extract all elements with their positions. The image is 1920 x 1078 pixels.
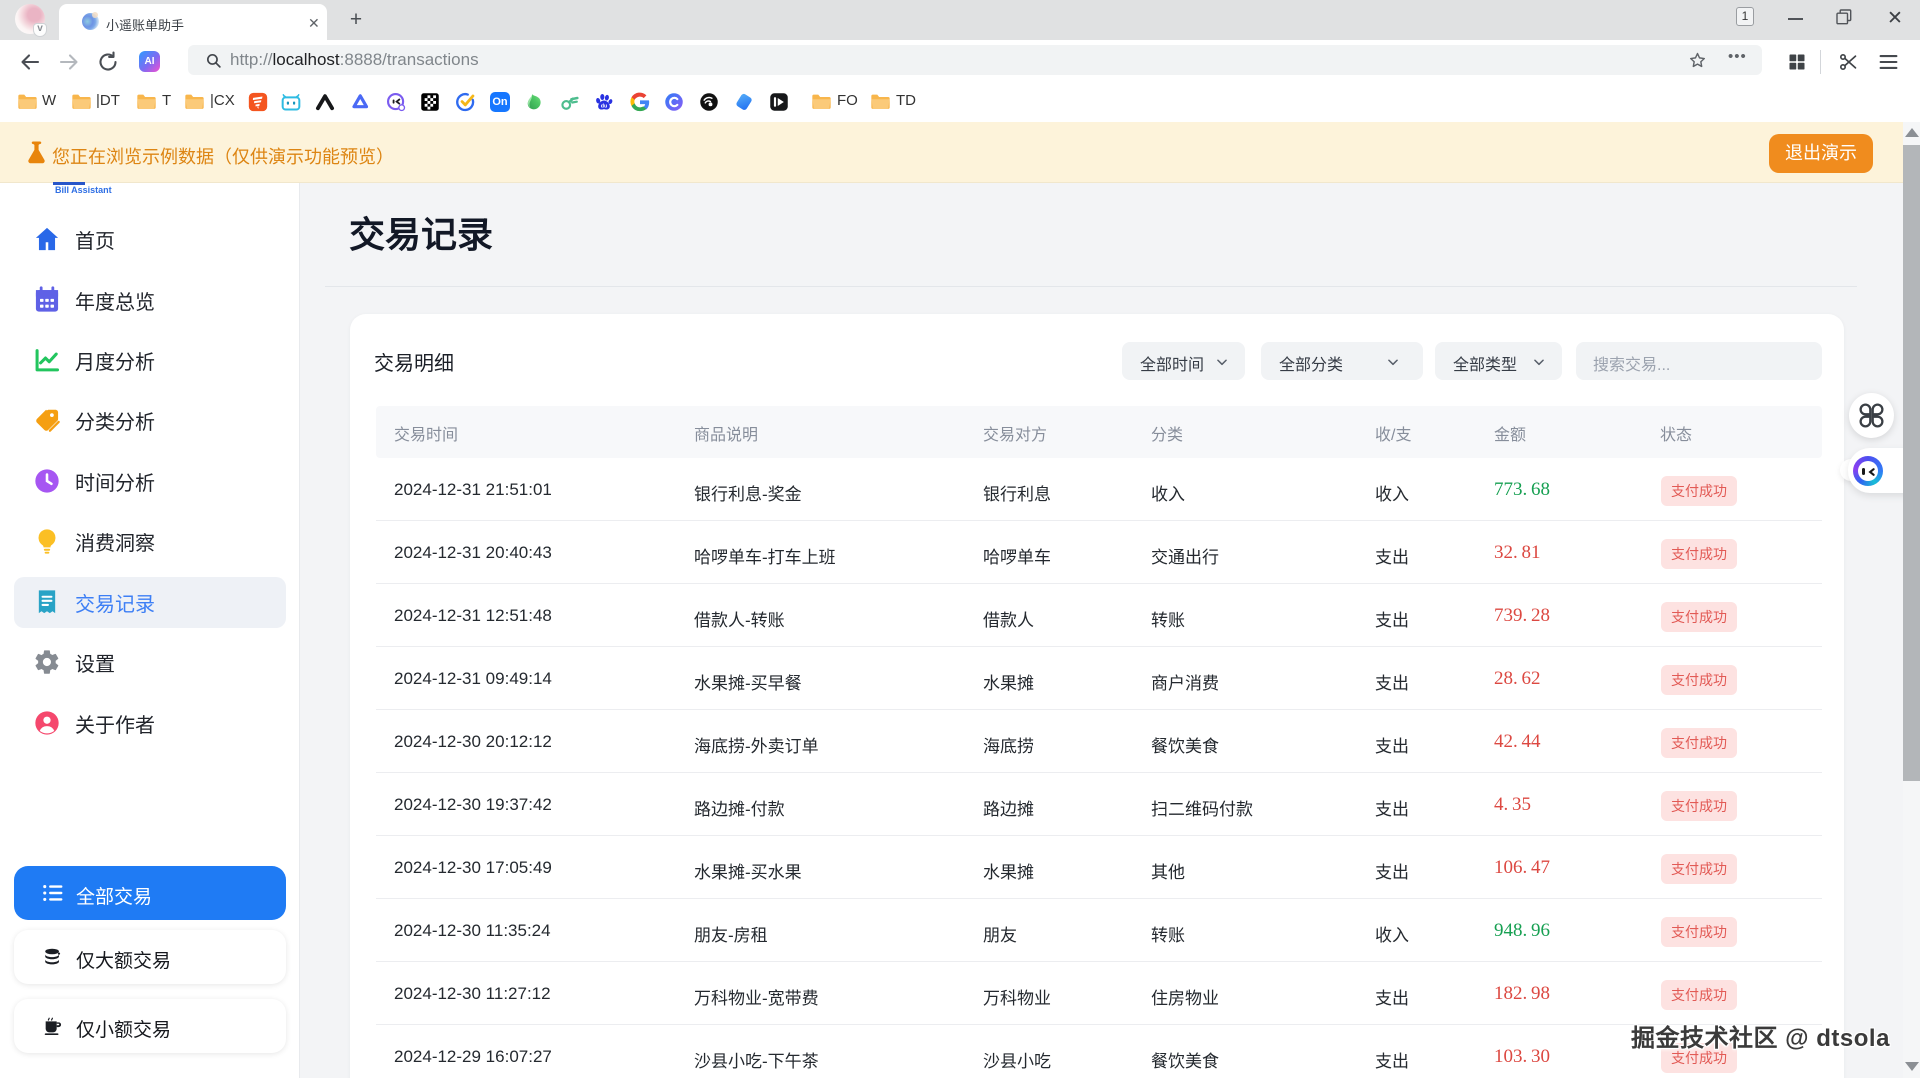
svg-text:du: du [601, 104, 608, 110]
